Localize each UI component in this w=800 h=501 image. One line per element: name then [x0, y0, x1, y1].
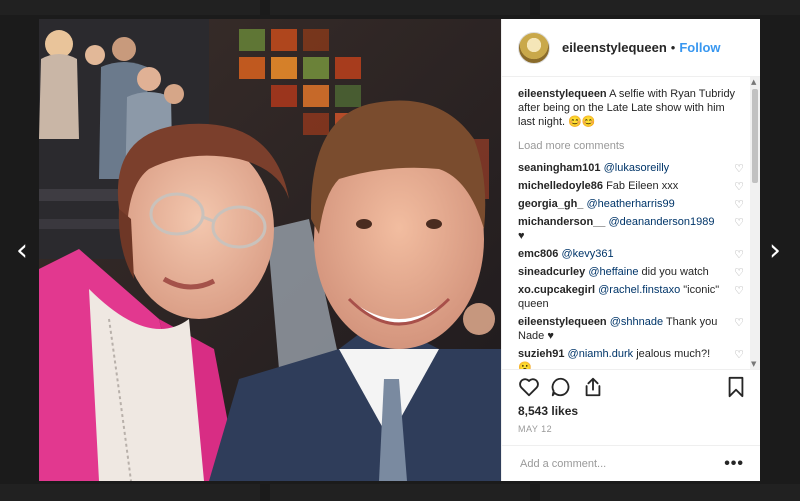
post-header: eileenstylequeen • Follow	[502, 19, 760, 77]
comment-item: seaningham101 @lukasoreilly ♡	[518, 161, 744, 175]
comment-username[interactable]: michelledoyle86	[518, 180, 603, 192]
follow-button[interactable]: Follow	[679, 40, 720, 55]
comment-like-heart-icon[interactable]: ♡	[734, 348, 744, 362]
comment-mention[interactable]: @shhnade	[610, 316, 663, 328]
comment-like-heart-icon[interactable]: ♡	[734, 162, 744, 176]
heart-icon[interactable]	[518, 376, 540, 403]
comment-like-heart-icon[interactable]: ♡	[734, 248, 744, 262]
comment-username[interactable]: eileenstylequeen	[518, 316, 607, 328]
add-comment-bar: •••	[502, 445, 760, 481]
comment-item: eileenstylequeen @shhnade Thank you Nade…	[518, 315, 744, 343]
scrollbar-thumb[interactable]	[752, 89, 758, 183]
scroll-down-arrow-icon[interactable]: ▼	[751, 360, 756, 368]
comment-username[interactable]: emc806	[518, 248, 558, 260]
bookmark-icon[interactable]	[726, 376, 746, 403]
scroll-up-arrow-icon[interactable]: ▲	[751, 78, 756, 86]
comment-like-heart-icon[interactable]: ♡	[734, 266, 744, 280]
separator-dot: •	[670, 40, 676, 55]
post-date: MAY 12	[518, 424, 553, 434]
comment-like-heart-icon[interactable]: ♡	[734, 198, 744, 212]
comment-mention[interactable]: @rachel.finstaxo	[598, 284, 680, 296]
caption-username[interactable]: eileenstylequeen	[518, 88, 607, 100]
comment-mention[interactable]: @deananderson1989	[608, 216, 714, 228]
comment-like-heart-icon[interactable]: ♡	[734, 216, 744, 230]
load-more-comments-button[interactable]: Load more comments	[518, 139, 744, 153]
comment-item: georgia_gh_ @heatherharris99 ♡	[518, 197, 744, 211]
next-post-arrow[interactable]: ›	[762, 236, 788, 266]
post-photo[interactable]	[39, 19, 501, 481]
previous-post-arrow[interactable]: ‹	[9, 236, 35, 266]
comment-text: Fab Eileen xxx	[606, 180, 679, 192]
comments-scrollbar[interactable]: ▲ ▼	[750, 77, 760, 369]
comment-item: michelledoyle86 Fab Eileen xxx ♡	[518, 179, 744, 193]
post-caption: eileenstylequeen A selfie with Ryan Tubr…	[518, 87, 744, 129]
more-options-icon[interactable]: •••	[724, 455, 744, 473]
comment-username[interactable]: suzieh91	[518, 348, 564, 360]
comment-mention[interactable]: @lukasoreilly	[604, 162, 670, 174]
avatar[interactable]	[518, 31, 550, 64]
comment-mention[interactable]: @niamh.durk	[568, 348, 634, 360]
comment-like-heart-icon[interactable]: ♡	[734, 180, 744, 194]
comment-item: sineadcurley @heffaine did you watch ♡	[518, 265, 744, 279]
comment-username[interactable]: michanderson__	[518, 216, 605, 228]
likes-count[interactable]: 8,543 likes	[518, 404, 578, 418]
comment-item: suzieh91 @niamh.durk jealous much?! 😮 ♡	[518, 347, 744, 369]
comment-mention[interactable]: @heatherharris99	[586, 198, 674, 210]
comment-username[interactable]: sineadcurley	[518, 266, 585, 278]
comment-item: emc806 @kevy361 ♡	[518, 247, 744, 261]
comment-username[interactable]: seaningham101	[518, 162, 601, 174]
share-icon[interactable]	[582, 376, 604, 403]
post-modal: eileenstylequeen • Follow eileenstyleque…	[39, 19, 760, 481]
comment-like-heart-icon[interactable]: ♡	[734, 316, 744, 330]
selfie-image	[39, 19, 501, 481]
comment-like-heart-icon[interactable]: ♡	[734, 284, 744, 298]
add-comment-input[interactable]	[518, 456, 725, 471]
comment-mention[interactable]: @heffaine	[588, 266, 638, 278]
comment-mention[interactable]: @kevy361	[561, 248, 613, 260]
comment-item: xo.cupcakegirl @rachel.finstaxo "iconic"…	[518, 283, 744, 311]
post-details-panel: eileenstylequeen • Follow eileenstyleque…	[501, 19, 760, 481]
comment-username[interactable]: georgia_gh_	[518, 198, 583, 210]
comment-item: michanderson__ @deananderson1989 ♥ ♡	[518, 215, 744, 243]
comment-text: ♥	[518, 230, 525, 242]
author-username[interactable]: eileenstylequeen	[562, 40, 667, 55]
comment-icon[interactable]	[550, 376, 572, 403]
comment-username[interactable]: xo.cupcakegirl	[518, 284, 595, 296]
post-actions-bar	[502, 369, 760, 403]
comment-text: did you watch	[641, 266, 709, 278]
comments-list[interactable]: eileenstylequeen A selfie with Ryan Tubr…	[502, 77, 760, 369]
